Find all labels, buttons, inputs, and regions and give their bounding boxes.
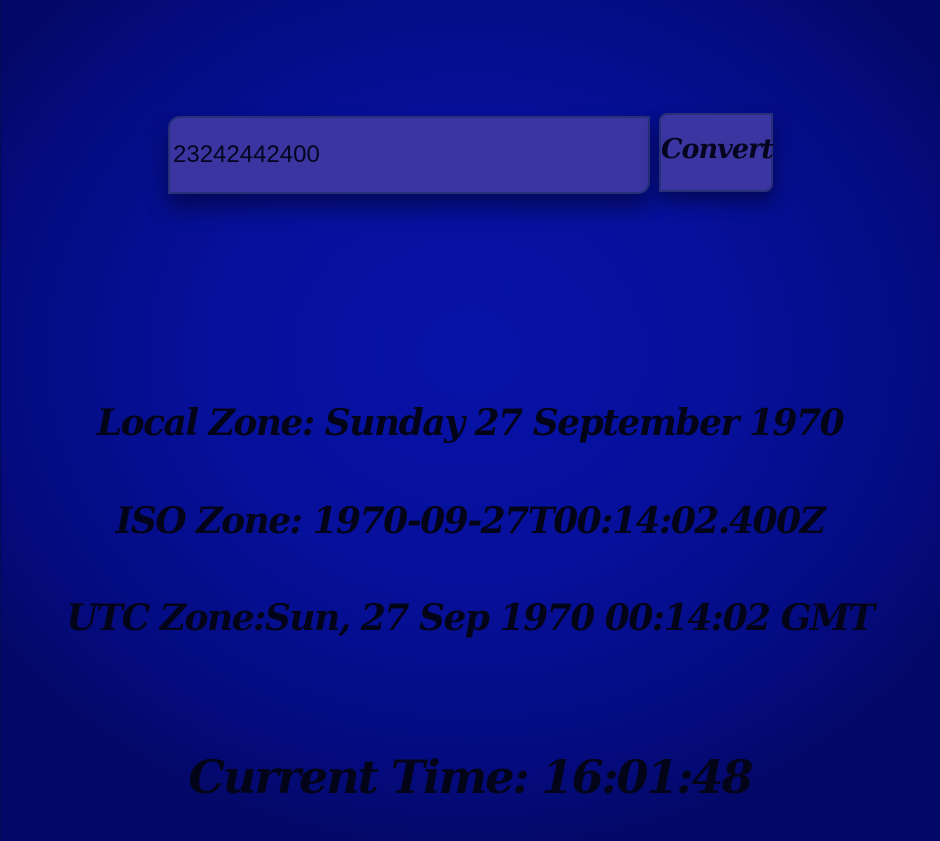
timestamp-input[interactable] [168,116,650,194]
convert-button[interactable]: Convert [659,113,774,192]
iso-zone-result: ISO Zone: 1970-09-27T00:14:02.400Z [115,500,826,542]
utc-zone-result: UTC Zone:Sun, 27 Sep 1970 00:14:02 GMT [66,597,875,639]
current-time-clock: Current Time: 16:01:48 [188,750,753,804]
local-zone-result: Local Zone: Sunday 27 September 1970 [96,402,845,444]
converter-form: Convert [168,113,774,195]
